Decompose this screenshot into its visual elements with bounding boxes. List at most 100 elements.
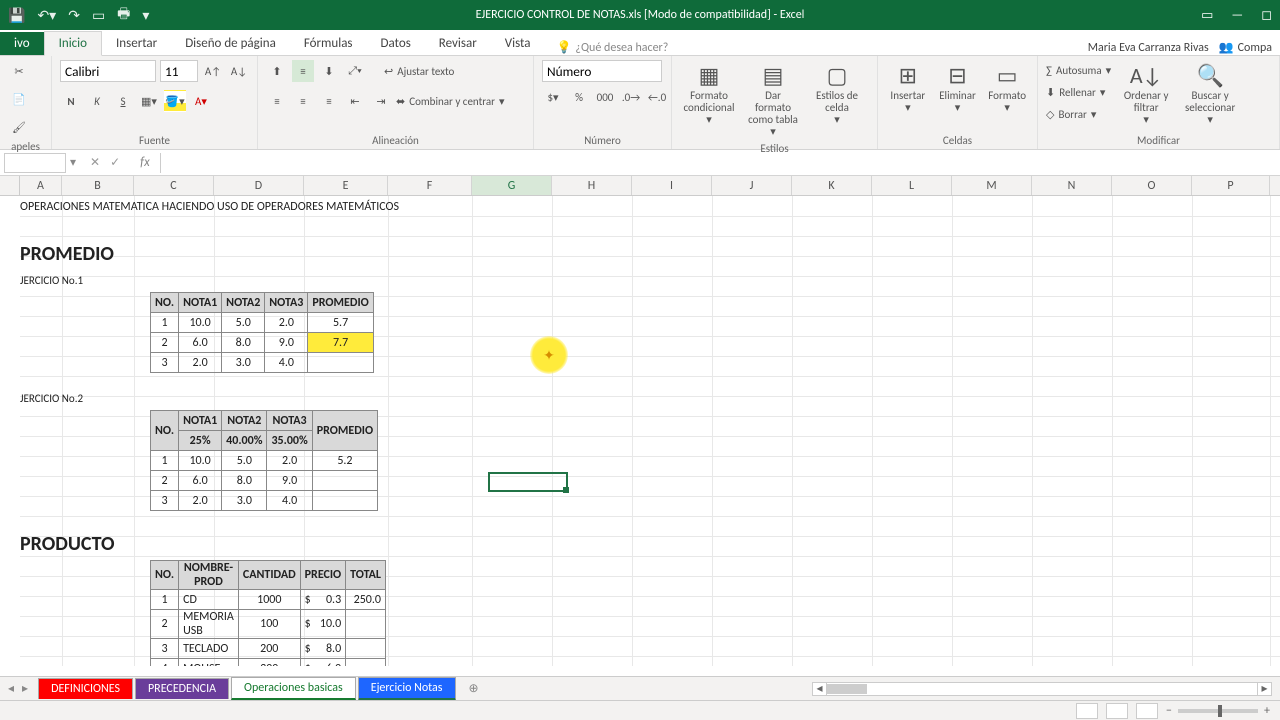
cell-styles-button[interactable]: ▢Estilos de celda▾ [808,60,866,128]
borders-icon[interactable]: ▦▾ [138,90,160,112]
italic-button[interactable]: K [86,90,108,112]
page-layout-view-icon[interactable] [1106,703,1128,719]
find-select-button[interactable]: 🔍Buscar y seleccionar▾ [1181,60,1239,128]
sort-filter-button[interactable]: A↓Ordenar y filtrar▾ [1117,60,1175,128]
clear-button[interactable]: ◇ Borrar ▾ [1046,104,1111,124]
col-B[interactable]: B [62,176,134,195]
cut-icon[interactable]: ✂ [8,60,30,82]
accept-formula-icon[interactable]: ✓ [110,155,120,170]
col-G[interactable]: G [472,176,552,195]
col-D[interactable]: D [214,176,304,195]
fill-color-icon[interactable]: 🪣▾ [164,90,186,112]
zoom-out-icon[interactable]: − [1166,704,1172,718]
redo-icon[interactable]: ↷ [68,7,80,24]
scroll-left-icon[interactable]: ◂ [813,683,827,695]
tab-inicio[interactable]: Inicio [44,31,102,56]
delete-cells-button[interactable]: ⊟Eliminar▾ [936,60,980,116]
ribbon-options-icon[interactable]: ▭ [1201,8,1213,23]
merge-center-button[interactable]: ⬌ Combinar y centrar ▾ [396,91,505,111]
comma-icon[interactable]: 000 [594,86,616,108]
format-cells-button[interactable]: ▭Formato▾ [985,60,1029,116]
fill-button[interactable]: ⬇ Rellenar ▾ [1046,82,1111,102]
col-F[interactable]: F [388,176,472,195]
scroll-right-icon[interactable]: ▸ [1257,683,1271,695]
bold-button[interactable]: N [60,90,82,112]
col-P[interactable]: P [1192,176,1270,195]
worksheet-area[interactable]: OPERACIONES MATEMATICA HACIENDO USO DE O… [0,196,1280,666]
tab-datos[interactable]: Datos [367,32,425,55]
decrease-indent-icon[interactable]: ⇤ [344,90,366,112]
tab-revisar[interactable]: Revisar [425,32,491,55]
align-right-icon[interactable]: ≡ [318,90,340,112]
align-center-icon[interactable]: ≡ [292,90,314,112]
zoom-in-icon[interactable]: + [1264,704,1270,718]
col-A[interactable]: A [20,176,62,195]
align-middle-icon[interactable]: ≡ [292,60,314,82]
share-button[interactable]: 👥Compa [1219,40,1280,55]
tab-vista[interactable]: Vista [491,32,545,55]
tab-diseno[interactable]: Diseño de página [171,32,290,55]
autosum-button[interactable]: ∑ Autosuma ▾ [1046,60,1111,80]
sheet-tab-definiciones[interactable]: DEFINICIONES [38,678,133,699]
name-box-dropdown-icon[interactable]: ▾ [66,155,80,170]
tab-nav-next-icon[interactable]: ▸ [22,681,36,696]
name-box[interactable] [4,153,66,173]
tab-formulas[interactable]: Fórmulas [290,32,367,55]
decrease-font-icon[interactable]: A↓ [228,60,250,82]
print-icon[interactable]: 🖶 [117,3,130,27]
new-sheet-button[interactable]: ⊕ [462,681,486,696]
align-top-icon[interactable]: ⬆ [266,60,288,82]
save-icon[interactable]: 💾 [8,7,25,24]
sheet-tab-operaciones[interactable]: Operaciones basicas [231,677,356,700]
cancel-formula-icon[interactable]: ✕ [90,155,100,170]
underline-button[interactable]: S [112,90,134,112]
page-break-view-icon[interactable] [1136,703,1158,719]
formula-input[interactable] [160,153,1280,173]
col-K[interactable]: K [792,176,872,195]
tab-nav-prev-icon[interactable]: ◂ [0,681,22,696]
font-color-icon[interactable]: A▾ [190,90,212,112]
increase-font-icon[interactable]: A↑ [202,60,224,82]
conditional-format-button[interactable]: ▦Formato condicional▾ [680,60,738,128]
tab-insertar[interactable]: Insertar [102,32,171,55]
normal-view-icon[interactable] [1076,703,1098,719]
col-O[interactable]: O [1112,176,1192,195]
currency-icon[interactable]: $▾ [542,86,564,108]
qat-more-icon[interactable]: ▾ [142,7,149,24]
maximize-icon[interactable]: ◻ [1261,8,1272,23]
orientation-icon[interactable]: ⤢▾ [344,60,366,82]
col-J[interactable]: J [712,176,792,195]
format-table-button[interactable]: ▤Dar formato como tabla▾ [744,60,802,140]
touch-mode-icon[interactable]: ▭ [92,7,105,24]
zoom-control[interactable]: − + [1166,704,1270,718]
fx-icon[interactable]: fx [130,155,160,170]
align-left-icon[interactable]: ≡ [266,90,288,112]
font-size-select[interactable] [160,60,198,82]
sheet-tab-ejercicio-notas[interactable]: Ejercicio Notas [358,677,456,701]
increase-decimal-icon[interactable]: .0→ [620,86,642,108]
col-I[interactable]: I [632,176,712,195]
zoom-slider[interactable] [1178,709,1258,713]
increase-indent-icon[interactable]: ⇥ [370,90,392,112]
tab-archivo[interactable]: ivo [0,32,44,55]
col-E[interactable]: E [304,176,388,195]
undo-icon[interactable]: ↶▾ [37,7,56,24]
scroll-thumb[interactable] [827,684,867,694]
copy-icon[interactable]: 📄 [8,88,30,110]
font-family-select[interactable] [60,60,156,82]
col-N[interactable]: N [1032,176,1112,195]
insert-cells-button[interactable]: ⊞Insertar▾ [886,60,930,116]
tell-me[interactable]: 💡¿Qué desea hacer? [544,40,668,55]
decrease-decimal-icon[interactable]: ←.0 [646,86,668,108]
col-H[interactable]: H [552,176,632,195]
horizontal-scrollbar[interactable]: ◂ ▸ [812,682,1272,696]
percent-icon[interactable]: % [568,86,590,108]
number-format-select[interactable] [542,60,662,82]
col-M[interactable]: M [952,176,1032,195]
sheet-tab-precedencia[interactable]: PRECEDENCIA [135,678,229,699]
format-painter-icon[interactable]: 🖌 [8,116,30,138]
col-C[interactable]: C [134,176,214,195]
wrap-text-button[interactable]: ↩ Ajustar texto [384,61,454,81]
minimize-icon[interactable]: — [1231,8,1243,23]
align-bottom-icon[interactable]: ⬇ [318,60,340,82]
